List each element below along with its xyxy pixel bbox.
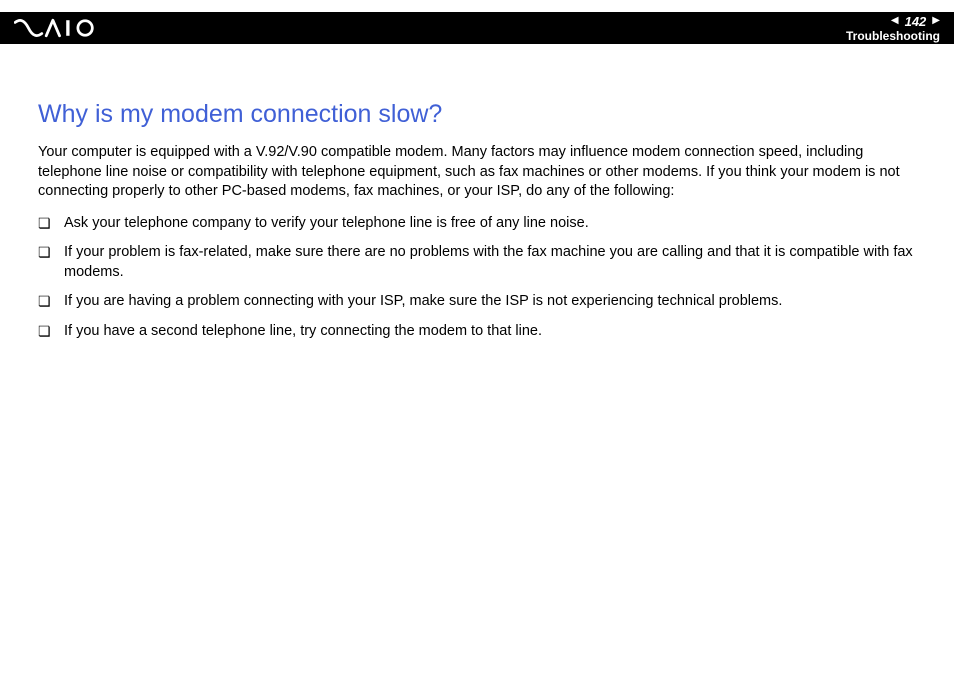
bullet-icon: ❏ (38, 214, 64, 233)
list-item: ❏ If you are having a problem connecting… (38, 292, 916, 312)
list-item-text: If you have a second telephone line, try… (64, 322, 916, 342)
section-label: Troubleshooting (846, 30, 940, 42)
bullet-icon: ❏ (38, 292, 64, 311)
header-bar: ◀ 142 ▶ Troubleshooting (0, 12, 954, 44)
intro-paragraph: Your computer is equipped with a V.92/V.… (38, 143, 916, 202)
header-right: ◀ 142 ▶ Troubleshooting (846, 15, 940, 42)
list-item: ❏ If your problem is fax-related, make s… (38, 243, 916, 282)
bullet-icon: ❏ (38, 322, 64, 341)
list-item-text: Ask your telephone company to verify you… (64, 214, 916, 234)
list-item-text: If your problem is fax-related, make sur… (64, 243, 916, 282)
list-item: ❏ Ask your telephone company to verify y… (38, 214, 916, 234)
prev-page-arrow-icon[interactable]: ◀ (891, 16, 899, 26)
document-page: ◀ 142 ▶ Troubleshooting Why is my modem … (0, 0, 954, 674)
list-item: ❏ If you have a second telephone line, t… (38, 322, 916, 342)
content-area: Why is my modem connection slow? Your co… (38, 100, 916, 352)
page-number: 142 (905, 15, 927, 28)
page-title: Why is my modem connection slow? (38, 100, 916, 129)
bullet-icon: ❏ (38, 243, 64, 262)
vaio-logo (14, 18, 103, 38)
bullet-list: ❏ Ask your telephone company to verify y… (38, 214, 916, 342)
list-item-text: If you are having a problem connecting w… (64, 292, 916, 312)
page-nav: ◀ 142 ▶ (891, 15, 940, 28)
next-page-arrow-icon[interactable]: ▶ (932, 16, 940, 26)
